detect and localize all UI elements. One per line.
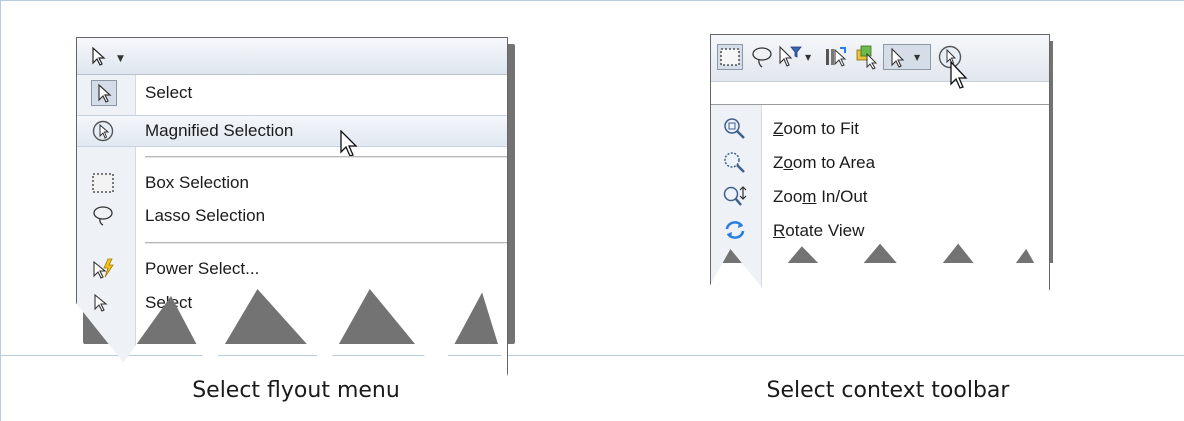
- select-other-icon: [94, 293, 108, 312]
- select-arrow-dropdown-button[interactable]: ▼: [883, 44, 931, 70]
- menu-item-power-select[interactable]: Power Select...: [77, 254, 507, 284]
- zoom-to-fit-icon: [724, 118, 745, 139]
- menu-item-label: Box Selection: [145, 173, 249, 192]
- frame-left-line: [0, 0, 1, 421]
- menu-item-zoom-to-area[interactable]: Zoom to Area: [711, 145, 1049, 179]
- menu-item-label: Lasso Selection: [145, 206, 266, 225]
- menu-item-rotate-view[interactable]: Rotate View: [711, 213, 1049, 247]
- zoom-in-out-icon: [723, 186, 747, 206]
- menu-item-box-selection[interactable]: Box Selection: [77, 168, 507, 198]
- menu-separator-highlight: [145, 243, 507, 244]
- flyout-toolbar: ▼: [77, 38, 507, 75]
- chevron-down-icon[interactable]: ▼: [117, 54, 124, 64]
- chevron-down-icon: ▼: [914, 53, 921, 62]
- menu-item-select-other[interactable]: Select: [77, 288, 507, 318]
- select-same-icon[interactable]: [855, 44, 881, 70]
- menu-item-label: Zoom to Area: [773, 153, 876, 172]
- right-caption: Select context toolbar: [766, 378, 1010, 403]
- rotate-view-icon: [725, 221, 745, 239]
- box-selection-icon: [92, 173, 114, 193]
- context-toolbar: ▼ ▼: [711, 35, 1049, 82]
- menu-item-label: Zoom In/Out: [773, 187, 868, 206]
- select-flyout-menu: ▼ Select Magnified Selection Box Selecti…: [76, 37, 515, 387]
- select-arrow-icon: [891, 47, 905, 68]
- menu-item-lasso-selection[interactable]: Lasso Selection: [77, 201, 507, 231]
- menu-item-label: Zoom to Fit: [773, 119, 859, 138]
- left-caption: Select flyout menu: [192, 378, 400, 403]
- box-selection-icon[interactable]: [717, 44, 743, 70]
- lasso-selection-icon[interactable]: [749, 44, 775, 70]
- lasso-selection-icon: [93, 206, 113, 226]
- chevron-down-icon[interactable]: ▼: [805, 53, 811, 62]
- zoom-to-area-icon: [724, 152, 745, 173]
- menu-item-label: Rotate View: [773, 221, 865, 240]
- menu-item-label: Select: [145, 83, 193, 102]
- menu-item-zoom-to-fit[interactable]: Zoom to Fit: [711, 111, 1049, 145]
- menu-separator-highlight: [145, 157, 507, 158]
- menu-item-label: Power Select...: [145, 259, 260, 278]
- frame-top-line: [0, 0, 1184, 1]
- menu-item-label: Magnified Selection: [145, 121, 294, 140]
- selection-filter-icon[interactable]: [777, 44, 803, 70]
- toolbar-gap-strip: [711, 82, 1049, 105]
- select-arrow-icon[interactable]: [91, 47, 109, 67]
- select-other-icon[interactable]: [823, 44, 849, 70]
- menu-item-zoom-in-out[interactable]: Zoom In/Out: [711, 179, 1049, 213]
- select-arrow-icon: [91, 80, 117, 106]
- mouse-cursor-icon: [950, 61, 968, 89]
- menu-item-select[interactable]: Select: [77, 78, 507, 108]
- menu-item-magnified-selection[interactable]: Magnified Selection: [77, 115, 507, 157]
- select-context-toolbar: ▼ ▼ Zoom to Fit Zoom to Area Zoom In/Out: [710, 34, 1053, 296]
- power-select-icon: [93, 258, 114, 279]
- magnified-selection-icon: [92, 120, 114, 142]
